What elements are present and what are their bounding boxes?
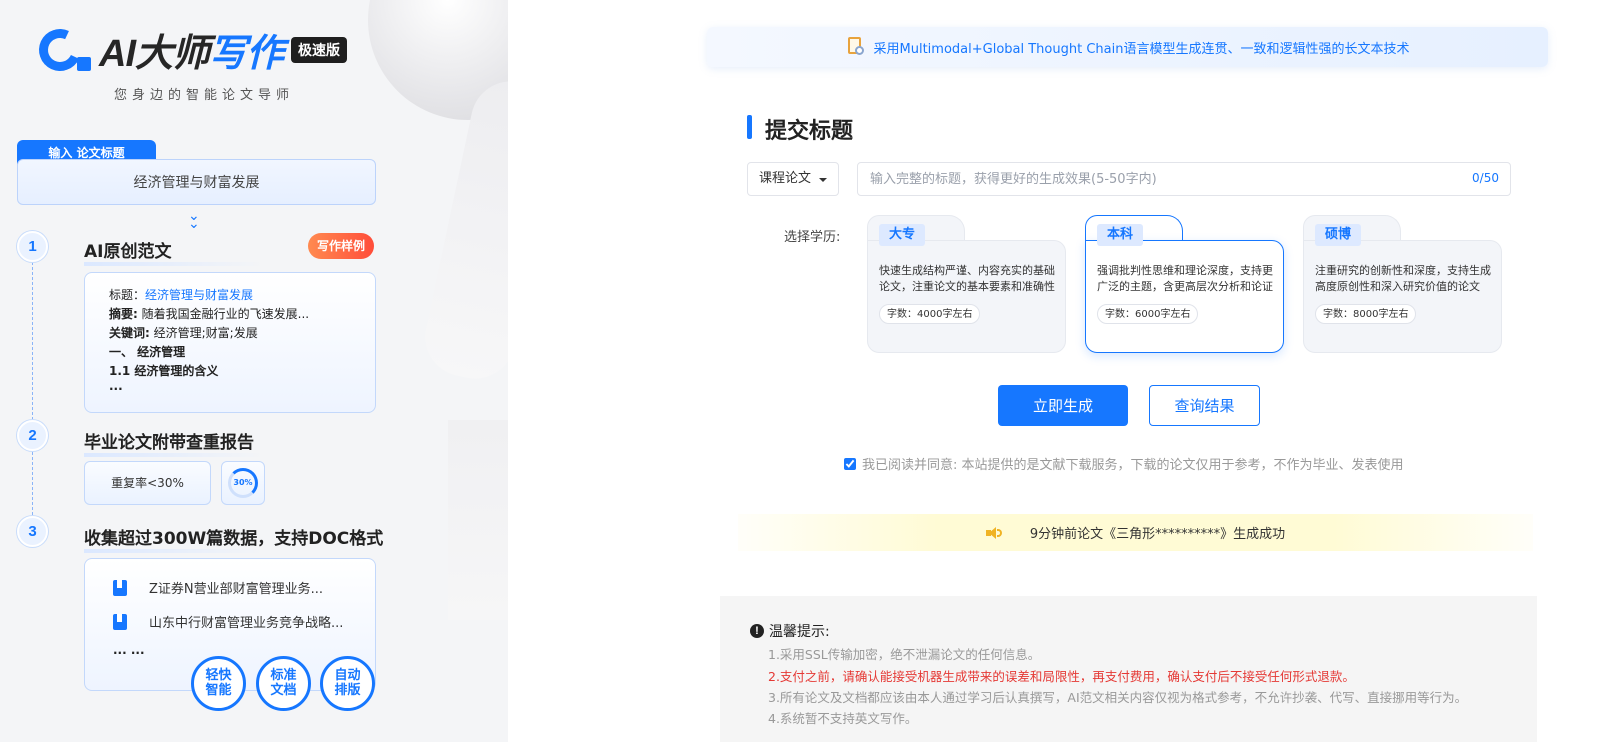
sample-title-label: 标题： [109,288,146,302]
education-level: 硕博 [1315,224,1362,246]
sample-keywords-line: 关键词: 经济管理;财富;发展 [109,324,375,343]
education-option-bachelor[interactable]: 本科 强调批判性思维和理论深度，支持更广泛的主题，含更高层次分析和论证 字数：6… [1085,215,1284,353]
sample-more: ... [109,379,123,393]
brand-logo: AI大师写作 极速版 [33,22,348,77]
sample-paper-card: 标题：经济管理与财富发展 摘要: 随着我国金融行业的飞速发展... 关键词: 经… [84,272,376,413]
word-count-badge: 字数：6000字左右 [1097,304,1199,324]
speaker-icon [985,526,1002,539]
sample-heading-1: 一、 经济管理 [109,345,186,359]
logo-text: AI大师写作 [99,22,284,77]
generation-notice: 9分钟前论文《三角形**********》生成成功 [738,514,1533,551]
agreement-text: 我已阅读并同意: 本站提供的是文献下载服务，下载的论文仅用于参考，不作为毕业、发… [862,458,1404,473]
feature-badge-layout: 自动 排版 [320,656,375,711]
feature-badge-fast: 轻快 智能 [191,656,246,711]
document-icon [113,579,127,596]
tips-title: 温馨提示: [769,624,830,640]
query-results-button[interactable]: 查询结果 [1149,385,1260,426]
education-description: 注重研究的创新性和深度，支持生成高度原创性和深入研究价值的论文 [1315,264,1491,293]
step-number: 2 [17,420,48,451]
sample-keywords-label: 关键词: [109,326,150,340]
left-promo-panel: AI大师写作 极速版 您身边的智能论文导师 输入 论文标题 经济管理与财富发展 … [0,0,508,742]
education-option-associate[interactable]: 大专 快速生成结构严谨、内容充实的基础论文，注重论文的基本要素和准确性 字数：4… [867,215,1066,353]
step-number: 1 [17,231,48,262]
paper-type-select[interactable]: 课程论文 [747,162,839,196]
duplicate-rate-gauge-box: 30% [221,461,265,505]
slogan: 您身边的智能论文导师 [114,88,295,103]
sample-abstract-line: 摘要: 随着我国金融行业的飞速发展... [109,305,375,324]
example-title-box: 经济管理与财富发展 [17,159,376,205]
agreement-checkbox[interactable] [844,457,856,470]
word-count-badge: 字数：4000字左右 [879,304,981,324]
writing-sample-tag[interactable]: 写作样例 [308,233,375,259]
speed-edition-badge: 极速版 [291,36,348,63]
education-level: 本科 [1097,224,1144,246]
technology-banner: 采用Multimodal+Global Thought Chain语言模型生成连… [707,27,1548,67]
logo-icon [33,22,95,77]
step-title: 毕业论文附带查重报告 [84,428,264,457]
document-list-more: ... ... [113,643,145,657]
document-title: 山东中行财富管理业务竞争战略... [149,616,344,631]
tip-item: 1.采用SSL传输加密，绝不泄漏论文的任何信息。 [768,647,1041,662]
section-title: 提交标题 [747,113,853,145]
duplicate-rate-box: 重复率<30% [84,461,211,505]
tip-item: 4.系统暂不支持英文写作。 [768,711,918,726]
char-counter: 0/50 [1472,171,1499,185]
step-title: 收集超过300W篇数据，支持DOC格式 [84,524,383,553]
document-icon [113,613,127,630]
sample-title-value: 经济管理与财富发展 [145,288,254,302]
tip-item: 3.所有论文及文档都应该由本人通过学习后认真撰写，AI范文相关内容仅视为格式参考… [768,690,1468,705]
notice-text: 9分钟前论文《三角形**********》生成成功 [1029,527,1286,542]
paper-type-value: 课程论文 [759,171,812,186]
list-item: Z证券N营业部财富管理业务... [113,578,323,597]
sample-heading-2: 1.1 经济管理的含义 [109,364,219,378]
document-title: Z证券N营业部财富管理业务... [149,582,324,597]
exclamation-icon: ! [750,624,764,638]
sample-keywords-value: 经济管理;财富;发展 [149,326,258,340]
decorative-shape [417,73,508,387]
sample-abstract-label: 摘要: [109,307,138,321]
logo-text-accent: 写作 [209,33,284,75]
decorative-shape [448,420,508,620]
logo-text-plain: AI大师 [99,33,210,75]
steps-connector [32,262,33,530]
word-count-badge: 字数：8000字左右 [1315,304,1417,324]
list-item: 山东中行财富管理业务竞争战略... [113,612,343,631]
generate-button[interactable]: 立即生成 [998,385,1128,426]
title-input[interactable] [858,163,1448,195]
sample-abstract-value: 随着我国金融行业的飞速发展... [137,307,310,321]
duplicate-rate-gauge: 30% [228,468,258,498]
education-label: 选择学历: [784,230,841,245]
title-input-wrapper: 0/50 [857,162,1511,196]
banner-text: 采用Multimodal+Global Thought Chain语言模型生成连… [873,41,1410,57]
feature-badge-standard: 标准 文档 [256,656,311,711]
agreement: 我已阅读并同意: 本站提供的是文献下载服务，下载的论文仅用于参考，不作为毕业、发… [844,454,1404,473]
tip-item-warning: 2.支付之前，请确认能接受机器生成带来的误差和局限性，再支付费用，确认支付后不接… [768,669,1355,684]
education-description: 快速生成结构严谨、内容充实的基础论文，注重论文的基本要素和准确性 [879,264,1055,293]
education-option-graduate[interactable]: 硕博 注重研究的创新性和深度，支持生成高度原创性和深入研究价值的论文 字数：80… [1303,215,1502,353]
step-title: AI原创范文 [84,237,266,266]
document-search-icon [846,36,866,58]
tips-panel: ! 温馨提示: 1.采用SSL传输加密，绝不泄漏论文的任何信息。 2.支付之前，… [720,596,1537,742]
tips-header: ! 温馨提示: [750,621,830,641]
education-level: 大专 [879,224,926,246]
chevron-down-icon [819,178,827,182]
step-number: 3 [17,516,48,547]
education-description: 强调批判性思维和理论深度，支持更广泛的主题，含更高层次分析和论证 [1097,264,1273,293]
double-chevron-down-icon: ⌄ ⌄ [188,208,200,232]
sample-title-line: 标题：经济管理与财富发展 [109,286,375,305]
